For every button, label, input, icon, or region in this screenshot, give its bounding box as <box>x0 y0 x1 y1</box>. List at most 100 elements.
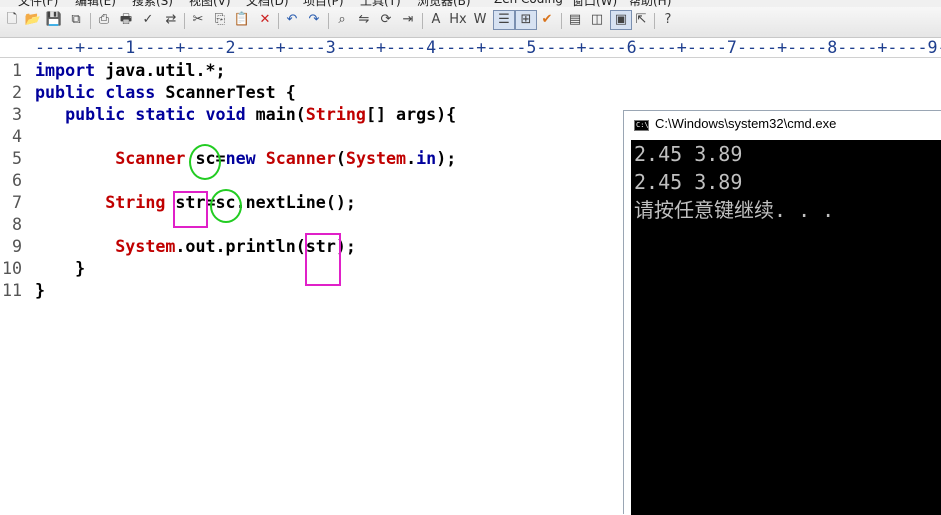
code-token: System <box>115 237 176 256</box>
print-icon[interactable]: 🖶 <box>117 11 135 29</box>
str-highlight-box <box>305 233 341 286</box>
code-token: String <box>305 105 366 124</box>
code-line[interactable]: public static void main(String[] args){ <box>35 104 456 126</box>
undo-icon[interactable]: ↶ <box>283 11 301 29</box>
code-line[interactable]: Scanner sc=new Scanner(System.in); <box>35 148 456 170</box>
line-number: 6 <box>11 171 22 190</box>
console-line: 2.45 3.89 <box>634 170 743 194</box>
context-help-icon[interactable]: ? <box>659 11 677 29</box>
line-number: 2 <box>11 83 22 102</box>
console-title-bar[interactable]: C:\ C:\Windows\system32\cmd.exe <box>624 111 941 139</box>
sc-highlight-circle <box>189 144 221 180</box>
code-token: } <box>35 259 86 278</box>
paste-icon[interactable]: 📋 <box>233 11 251 29</box>
code-token: ScannerTest { <box>155 83 296 102</box>
open-file-icon[interactable]: 📂 <box>24 11 42 29</box>
code-token: ); <box>436 149 457 168</box>
validate-icon[interactable]: ✔ <box>538 11 556 29</box>
code-token: java.util.*; <box>95 61 226 80</box>
split-view-icon[interactable]: ◫ <box>588 11 606 29</box>
code-token: } <box>35 281 46 300</box>
line-numbers-icon[interactable]: ☰ <box>493 10 515 30</box>
column-ruler: ----+----1----+----2----+----3----+----4… <box>0 38 941 58</box>
code-line[interactable]: import java.util.*; <box>35 60 226 82</box>
code-token: [] args){ <box>365 105 457 124</box>
replace-icon[interactable]: ⇋ <box>355 11 373 29</box>
font-icon[interactable]: A <box>427 11 445 29</box>
save-icon[interactable]: 💾 <box>45 11 63 29</box>
line-number: 8 <box>11 215 22 234</box>
console-output[interactable]: 2.45 3.89 2.45 3.89 请按任意键继续. . . <box>631 140 941 515</box>
code-editor[interactable]: 1 2 3 4 5 6 7 8 9 10 11 import java.util.*; public c… <box>0 60 620 514</box>
find-in-files-icon[interactable]: ⟳ <box>377 11 395 29</box>
code-line[interactable]: public class ScannerTest { <box>35 82 296 104</box>
show-panel-icon[interactable]: ▤ <box>566 11 584 29</box>
toolbar-separator <box>278 13 279 29</box>
line-number: 5 <box>11 149 22 168</box>
toolbar: 🗋 📂 💾 ⧉ ⎙ 🖶 ✓ ⇄ ✂ ⎘ 📋 ✕ ↶ ↷ ⌕ ⇋ ⟳ ⇥ A Hx W ☰ ⊞ ✔ ▤ ◫ ▣ ⇱? <box>0 7 941 38</box>
menu-bar: 文件(F) 编辑(E) 搜索(S) 视图(V) 文档(D) 项目(P) 工具(T) 浏览器(B… <box>0 0 941 7</box>
toolbar-separator <box>561 13 562 29</box>
line-number: 10 <box>1 259 22 278</box>
menu-item[interactable]: 文件(F) <box>18 0 58 7</box>
spell-check-icon[interactable]: ✓ <box>139 11 157 29</box>
menu-item[interactable]: Zen Coding <box>494 0 563 6</box>
delete-icon[interactable]: ✕ <box>256 11 274 29</box>
menu-item[interactable]: 搜索(S) <box>132 0 173 7</box>
find-icon[interactable]: ⌕ <box>333 11 351 29</box>
print-preview-icon[interactable]: ⎙ <box>95 11 113 29</box>
menu-item[interactable]: 视图(V) <box>189 0 231 7</box>
cut-icon[interactable]: ✂ <box>189 11 207 29</box>
code-token: import <box>35 61 96 80</box>
menu-item[interactable]: 文档(D) <box>246 0 289 7</box>
menu-item[interactable]: 编辑(E) <box>75 0 116 7</box>
menu-item[interactable]: 窗口(W) <box>572 0 617 7</box>
line-number: 1 <box>11 61 22 80</box>
new-file-icon[interactable]: 🗋 <box>3 11 21 29</box>
menu-item[interactable]: 帮助(H) <box>629 0 671 7</box>
code-token: new <box>225 149 256 168</box>
menu-item[interactable]: 浏览器(B) <box>417 0 471 7</box>
copy-icon[interactable]: ⎘ <box>211 11 229 29</box>
line-number: 4 <box>11 127 22 146</box>
redo-icon[interactable]: ↷ <box>305 11 323 29</box>
menu-item[interactable]: 项目(P) <box>303 0 344 7</box>
toolbar-separator <box>654 13 655 29</box>
ruler-marks: ----+----1----+----2----+----3----+----4… <box>35 38 941 57</box>
console-title: C:\Windows\system32\cmd.exe <box>655 116 837 131</box>
code-token: ( <box>335 149 346 168</box>
code-token: System <box>345 149 407 168</box>
code-line[interactable]: } <box>35 258 85 280</box>
menu-item[interactable]: 工具(T) <box>360 0 401 7</box>
code-token: public static void <box>65 105 246 124</box>
code-token: public class <box>35 83 156 102</box>
str-highlight-box <box>173 191 208 228</box>
ftp-icon[interactable]: ⇄ <box>162 11 180 29</box>
word-wrap-icon[interactable]: W <box>471 11 489 29</box>
code-token: main( <box>245 105 306 124</box>
external-app-icon[interactable]: ⇱ <box>632 11 650 29</box>
column-mode-icon[interactable]: ⊞ <box>515 10 537 30</box>
cmd-icon: C:\ <box>634 120 649 131</box>
fullscreen-icon[interactable]: ▣ <box>610 10 632 30</box>
goto-line-icon[interactable]: ⇥ <box>399 11 417 29</box>
console-line: 请按任意键继续. . . <box>634 198 835 222</box>
line-number: 9 <box>11 237 22 256</box>
code-token: . <box>406 149 417 168</box>
code-line[interactable]: } <box>35 280 45 302</box>
toolbar-separator <box>422 13 423 29</box>
hex-icon[interactable]: Hx <box>449 11 467 29</box>
console-window[interactable]: C:\ C:\Windows\system32\cmd.exe 2.45 3.8… <box>623 110 941 515</box>
code-token: Scanner <box>115 149 186 168</box>
code-token: in <box>416 149 437 168</box>
code-token: String <box>105 193 166 212</box>
console-line: 2.45 3.89 <box>634 142 743 166</box>
toolbar-separator <box>184 13 185 29</box>
save-all-icon[interactable]: ⧉ <box>67 11 85 29</box>
line-number: 3 <box>11 105 22 124</box>
sc-highlight-circle <box>210 189 242 223</box>
